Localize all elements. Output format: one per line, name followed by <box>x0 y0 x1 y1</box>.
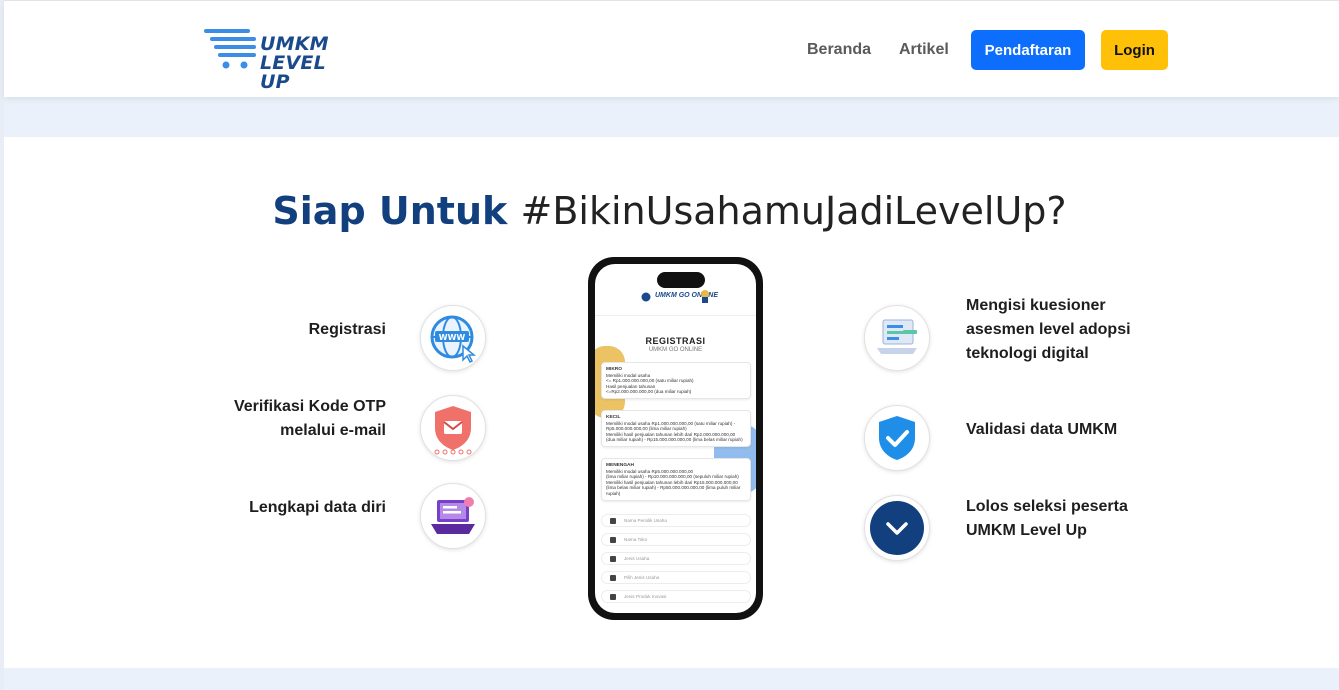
top-navbar: UMKM LEVEL UP Beranda Artikel Pendaftara… <box>4 0 1339 97</box>
chevron-down-icon <box>864 495 930 561</box>
step-label-line2: asesmen level adopsi <box>966 321 1131 338</box>
mascot-icon <box>701 290 709 303</box>
svg-text:WWW: WWW <box>439 333 466 342</box>
store-icon <box>610 537 616 543</box>
step-label: Lengkapi data diri <box>249 499 386 516</box>
step-label-line2: UMKM Level Up <box>966 522 1087 539</box>
field-jenis-usaha[interactable]: Jenis Usaha <box>601 552 751 565</box>
card-heading: MIKRO <box>606 367 622 372</box>
site-logo[interactable]: UMKM LEVEL UP <box>200 27 360 92</box>
nav-beranda[interactable]: Beranda <box>807 41 871 59</box>
hero-title-strong: Siap Untuk <box>272 189 508 233</box>
step-label-line1: Mengisi kuesioner <box>966 297 1106 314</box>
laptop-form-icon <box>420 483 486 549</box>
phone-screen-title: REGISTRASI <box>645 336 706 346</box>
step-registrasi: Registrasi <box>309 318 386 342</box>
globe-www-icon: WWW <box>420 305 486 371</box>
box-icon <box>610 594 616 600</box>
step-label-line2: melalui e-mail <box>280 422 386 439</box>
card-line: <=Rp2.000.000.000,00 (dua miliar rupiah) <box>606 389 692 395</box>
card-line: (dua miliar rupiah) - Rp15.000.000.000,0… <box>606 437 743 443</box>
phone-notch <box>657 272 705 288</box>
hero-title-hashtag: #BikinUsahamuJadiLevelUp? <box>520 189 1067 233</box>
field-placeholder: Nama Pemilik Usaha <box>624 518 667 523</box>
shield-check-icon <box>864 405 930 471</box>
survey-laptop-icon <box>864 305 930 371</box>
card-heading: KECIL <box>606 415 621 420</box>
step-kuesioner: Mengisi kuesioner asesmen level adopsi t… <box>966 294 1131 366</box>
ministry-logo-icon <box>641 292 651 302</box>
card-line: (lima belas miliar rupiah) - Rp50.000.00… <box>606 485 741 496</box>
step-verifikasi-otp: Verifikasi Kode OTP melalui e-mail <box>234 395 386 443</box>
login-button[interactable]: Login <box>1101 30 1168 70</box>
phone-mockup: UMKM GO ONLINE REGISTRASI UMKM GO ONLINE… <box>588 257 763 620</box>
card-mikro[interactable]: MIKRO Memiliki modal usaha <= Rp1.000.00… <box>601 362 751 399</box>
card-heading: MENENGAH <box>606 463 634 468</box>
nav-artikel[interactable]: Artikel <box>899 41 949 59</box>
hero-title: Siap Untuk #BikinUsahamuJadiLevelUp? <box>0 188 1339 234</box>
field-pilih-jenis-usaha[interactable]: Pilih Jenis Usaha <box>601 571 751 584</box>
expand-icon <box>610 556 616 562</box>
phone-screen-subtitle: UMKM GO ONLINE <box>648 347 703 353</box>
step-label: Validasi data UMKM <box>966 421 1118 438</box>
user-icon <box>610 518 616 524</box>
field-placeholder: Nama Toko <box>624 537 648 542</box>
shield-mail-icon <box>420 395 486 461</box>
field-placeholder: Pilih Jenis Usaha <box>624 575 660 580</box>
card-menengah[interactable]: MENENGAH Memiliki modal usaha Rp5.000.00… <box>601 458 751 501</box>
cart-lines-icon <box>204 29 256 69</box>
step-lolos-seleksi: Lolos seleksi peserta UMKM Level Up <box>966 495 1128 543</box>
section-divider-bottom <box>4 668 1339 690</box>
step-lengkapi-data: Lengkapi data diri <box>249 496 386 520</box>
step-label-line1: Verifikasi Kode OTP <box>233 398 386 415</box>
field-nama-pemilik[interactable]: Nama Pemilik Usaha <box>601 514 751 527</box>
register-button[interactable]: Pendaftaran <box>971 30 1085 70</box>
step-validasi: Validasi data UMKM <box>966 418 1117 442</box>
logo-text-line2: LEVEL UP <box>260 52 326 93</box>
grid-icon <box>610 575 616 581</box>
section-divider-top <box>4 97 1339 137</box>
card-line: (lima miliar rupiah) - Rp10.000.000.000,… <box>606 474 739 480</box>
field-placeholder: Jenis Produk Inovasi <box>624 594 667 599</box>
phone-screen: UMKM GO ONLINE REGISTRASI UMKM GO ONLINE… <box>595 264 756 613</box>
field-nama-toko[interactable]: Nama Toko <box>601 533 751 546</box>
step-label-line1: Lolos seleksi peserta <box>966 498 1128 515</box>
step-label-line3: teknologi digital <box>966 345 1089 362</box>
field-jenis-produk[interactable]: Jenis Produk Inovasi <box>601 590 751 603</box>
card-kecil[interactable]: KECIL Memiliki modal usaha Rp1.000.000.0… <box>601 410 751 447</box>
step-label: Registrasi <box>308 321 386 338</box>
field-placeholder: Jenis Usaha <box>624 556 650 561</box>
